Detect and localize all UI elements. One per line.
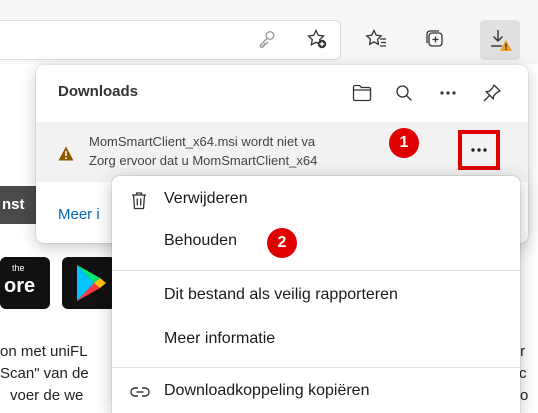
menu-item-more-info[interactable]: Meer informatie [112, 320, 520, 360]
warning-icon [58, 146, 74, 161]
key-icon[interactable] [250, 22, 284, 56]
menu-divider [112, 367, 520, 368]
downloads-warning-icon[interactable] [480, 20, 520, 60]
pin-icon[interactable] [478, 79, 506, 107]
menu-item-label: Behouden [164, 232, 237, 249]
favorite-add-icon[interactable] [300, 22, 334, 56]
badge-big-text: ore [4, 275, 36, 297]
app-store-badge[interactable]: the ore [0, 257, 50, 309]
page-text-line: o [520, 387, 529, 404]
step-badge-2: 2 [267, 228, 297, 258]
badge-small-text: the [12, 263, 25, 273]
menu-item-label: Downloadkoppeling kopiëren [164, 382, 370, 399]
page-text-line: voer de we [10, 387, 84, 404]
menu-item-keep[interactable]: Behouden [112, 222, 520, 262]
address-bar[interactable] [0, 20, 341, 60]
menu-item-label: Dit bestand als veilig rapporteren [164, 286, 398, 303]
menu-item-copy-link[interactable]: Downloadkoppeling kopiëren [112, 372, 520, 412]
more-info-link[interactable]: Meer i [58, 206, 100, 223]
collections-icon[interactable] [418, 22, 452, 56]
google-play-badge[interactable] [62, 257, 116, 309]
page-text-line: Scan" van de [0, 365, 89, 382]
browser-toolbar [0, 0, 538, 65]
menu-item-label: Meer informatie [164, 330, 276, 347]
step-badge-1: 1 [389, 128, 419, 158]
more-options-icon[interactable] [434, 79, 462, 107]
ellipsis-icon [471, 148, 487, 152]
download-context-menu: Verwijderen Behouden Dit bestand als vei… [112, 176, 520, 413]
favorites-icon[interactable] [359, 22, 393, 56]
menu-item-delete[interactable]: Verwijderen [112, 180, 520, 220]
download-more-button[interactable] [458, 130, 500, 170]
download-item[interactable]: MomSmartClient_x64.msi wordt niet va Zor… [36, 122, 528, 182]
page-text-line: on met uniFL [0, 343, 88, 360]
downloads-title: Downloads [58, 83, 139, 100]
trash-icon [132, 192, 146, 210]
link-icon [130, 387, 150, 397]
play-icon [77, 265, 106, 301]
open-folder-icon[interactable] [348, 79, 376, 107]
menu-item-label: Verwijderen [164, 190, 248, 207]
menu-item-report-safe[interactable]: Dit bestand als veilig rapporteren [112, 276, 520, 316]
search-icon[interactable] [390, 79, 418, 107]
download-status-line1: MomSmartClient_x64.msi wordt niet va [89, 134, 316, 149]
download-status-line2: Zorg ervoor dat u MomSmartClient_x64 [89, 153, 318, 168]
menu-divider [112, 270, 520, 271]
